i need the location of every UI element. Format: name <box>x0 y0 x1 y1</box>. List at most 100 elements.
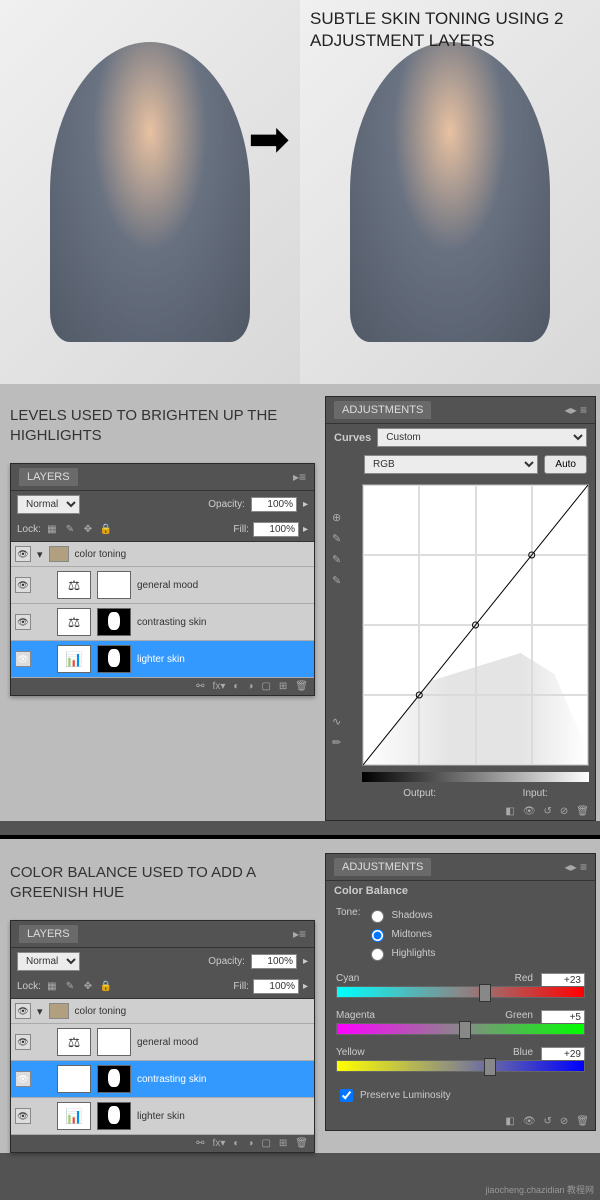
layer-item-selected[interactable]: 👁 ⚖ contrasting skin <box>11 1061 314 1098</box>
mask-thumb[interactable] <box>97 571 131 599</box>
blend-mode-select[interactable]: Normal <box>17 495 80 514</box>
yellow-blue-slider[interactable] <box>336 1060 585 1072</box>
trash-icon[interactable]: 🗑 <box>576 1116 589 1127</box>
tone-highlights-radio[interactable]: Highlights <box>366 945 435 961</box>
panel-menu-icon[interactable]: ▸≡ <box>293 927 306 941</box>
panel-menu-icon[interactable]: ◂▸ ≡ <box>565 860 587 874</box>
reset-icon[interactable]: ↺ <box>544 1116 552 1127</box>
lock-move-icon[interactable]: ✥ <box>81 523 95 537</box>
adjustment-thumb[interactable]: ⚖ <box>57 1028 91 1056</box>
layer-folder[interactable]: 👁 ▾ color toning <box>11 999 314 1024</box>
trash-icon[interactable]: 🗑 <box>295 1138 308 1149</box>
eyedropper-white-icon[interactable]: ✎ <box>332 574 356 587</box>
panel-menu-icon[interactable]: ▸≡ <box>293 470 306 484</box>
prev-icon[interactable]: ⊘ <box>560 806 568 817</box>
reset-icon[interactable]: ↺ <box>544 806 552 817</box>
adjustment-thumb[interactable]: 📊 <box>57 645 91 673</box>
magenta-green-slider[interactable] <box>336 1023 585 1035</box>
clip-icon[interactable]: ◧ <box>505 806 514 817</box>
fill-input[interactable]: 100% <box>253 979 299 994</box>
mask-thumb[interactable] <box>97 645 131 673</box>
curves-graph[interactable] <box>362 484 589 766</box>
adjustment-icon[interactable]: ◑ <box>247 1138 253 1149</box>
view-icon[interactable]: 👁 <box>523 1116 536 1127</box>
adjustments-tab[interactable]: ADJUSTMENTS <box>334 858 431 876</box>
link-icon[interactable]: ⚯ <box>196 681 204 692</box>
panel-menu-icon[interactable]: ◂▸ ≡ <box>565 403 587 417</box>
lock-brush-icon[interactable]: ✎ <box>63 980 77 994</box>
slider-thumb[interactable] <box>459 1021 471 1039</box>
visibility-icon[interactable]: 👁 <box>15 1108 31 1124</box>
fx-icon[interactable]: fx▾ <box>213 1138 226 1149</box>
mask-thumb[interactable] <box>97 1102 131 1130</box>
mask-icon[interactable]: ◐ <box>233 1138 239 1149</box>
fill-chevron-icon[interactable]: ▸ <box>303 524 308 535</box>
opacity-input[interactable]: 100% <box>251 954 297 969</box>
slider-thumb[interactable] <box>484 1058 496 1076</box>
cyan-red-slider[interactable] <box>336 986 585 998</box>
preserve-luminosity-checkbox[interactable] <box>340 1089 353 1102</box>
visibility-icon[interactable]: 👁 <box>15 614 31 630</box>
visibility-icon[interactable]: 👁 <box>15 1003 31 1019</box>
eyedropper-gray-icon[interactable]: ✎ <box>332 553 356 566</box>
group-icon[interactable]: ▢ <box>261 1138 270 1149</box>
group-icon[interactable]: ▢ <box>261 681 270 692</box>
lock-move-icon[interactable]: ✥ <box>81 980 95 994</box>
lock-all-icon[interactable]: 🔒 <box>99 980 113 994</box>
lock-all-icon[interactable]: 🔒 <box>99 523 113 537</box>
adjustment-thumb[interactable]: ⚖ <box>57 1065 91 1093</box>
mask-thumb[interactable] <box>97 608 131 636</box>
fx-icon[interactable]: fx▾ <box>213 681 226 692</box>
preset-select[interactable]: Custom <box>377 428 587 447</box>
visibility-icon[interactable]: 👁 <box>15 1034 31 1050</box>
layer-folder[interactable]: 👁 ▾ color toning <box>11 542 314 567</box>
adjustment-thumb[interactable]: ⚖ <box>57 571 91 599</box>
new-layer-icon[interactable]: ⊞ <box>279 681 287 692</box>
fill-input[interactable]: 100% <box>253 522 299 537</box>
opacity-chevron-icon[interactable]: ▸ <box>303 499 308 510</box>
visibility-icon[interactable]: 👁 <box>15 577 31 593</box>
adjustments-tab[interactable]: ADJUSTMENTS <box>334 401 431 419</box>
layer-item[interactable]: 👁 ⚖ general mood <box>11 567 314 604</box>
folder-arrow-icon[interactable]: ▾ <box>37 1005 43 1018</box>
curve-tool-icon[interactable]: ∿ <box>332 715 356 728</box>
tone-midtones-radio[interactable]: Midtones <box>366 926 435 942</box>
opacity-chevron-icon[interactable]: ▸ <box>303 956 308 967</box>
new-layer-icon[interactable]: ⊞ <box>279 1138 287 1149</box>
visibility-icon[interactable]: 👁 <box>15 1071 31 1087</box>
clip-icon[interactable]: ◧ <box>505 1116 514 1127</box>
prev-icon[interactable]: ⊘ <box>560 1116 568 1127</box>
view-icon[interactable]: 👁 <box>523 806 536 817</box>
auto-button[interactable]: Auto <box>544 455 587 474</box>
opacity-input[interactable]: 100% <box>251 497 297 512</box>
layers-tab[interactable]: LAYERS <box>19 468 78 486</box>
layer-item[interactable]: 👁 ⚖ general mood <box>11 1024 314 1061</box>
layer-item[interactable]: 👁 📊 lighter skin <box>11 1098 314 1135</box>
slider-thumb[interactable] <box>479 984 491 1002</box>
layer-item[interactable]: 👁 ⚖ contrasting skin <box>11 604 314 641</box>
adjustment-thumb[interactable]: 📊 <box>57 1102 91 1130</box>
target-tool-icon[interactable]: ⊕ <box>332 511 356 524</box>
trash-icon[interactable]: 🗑 <box>576 806 589 817</box>
adjustment-thumb[interactable]: ⚖ <box>57 608 91 636</box>
mask-thumb[interactable] <box>97 1065 131 1093</box>
mask-icon[interactable]: ◐ <box>233 681 239 692</box>
lock-brush-icon[interactable]: ✎ <box>63 523 77 537</box>
link-icon[interactable]: ⚯ <box>196 1138 204 1149</box>
channel-select[interactable]: RGB <box>364 455 538 474</box>
eyedropper-black-icon[interactable]: ✎ <box>332 532 356 545</box>
tone-shadows-radio[interactable]: Shadows <box>366 907 435 923</box>
layers-tab[interactable]: LAYERS <box>19 925 78 943</box>
folder-arrow-icon[interactable]: ▾ <box>37 548 43 561</box>
blend-mode-select[interactable]: Normal <box>17 952 80 971</box>
visibility-icon[interactable]: 👁 <box>15 651 31 667</box>
layer-item-selected[interactable]: 👁 📊 lighter skin <box>11 641 314 678</box>
lock-transparency-icon[interactable]: ▦ <box>45 523 59 537</box>
fill-chevron-icon[interactable]: ▸ <box>303 981 308 992</box>
lock-transparency-icon[interactable]: ▦ <box>45 980 59 994</box>
adjustment-icon[interactable]: ◑ <box>247 681 253 692</box>
visibility-icon[interactable]: 👁 <box>15 546 31 562</box>
mask-thumb[interactable] <box>97 1028 131 1056</box>
trash-icon[interactable]: 🗑 <box>295 681 308 692</box>
pencil-tool-icon[interactable]: ✏ <box>332 736 356 749</box>
